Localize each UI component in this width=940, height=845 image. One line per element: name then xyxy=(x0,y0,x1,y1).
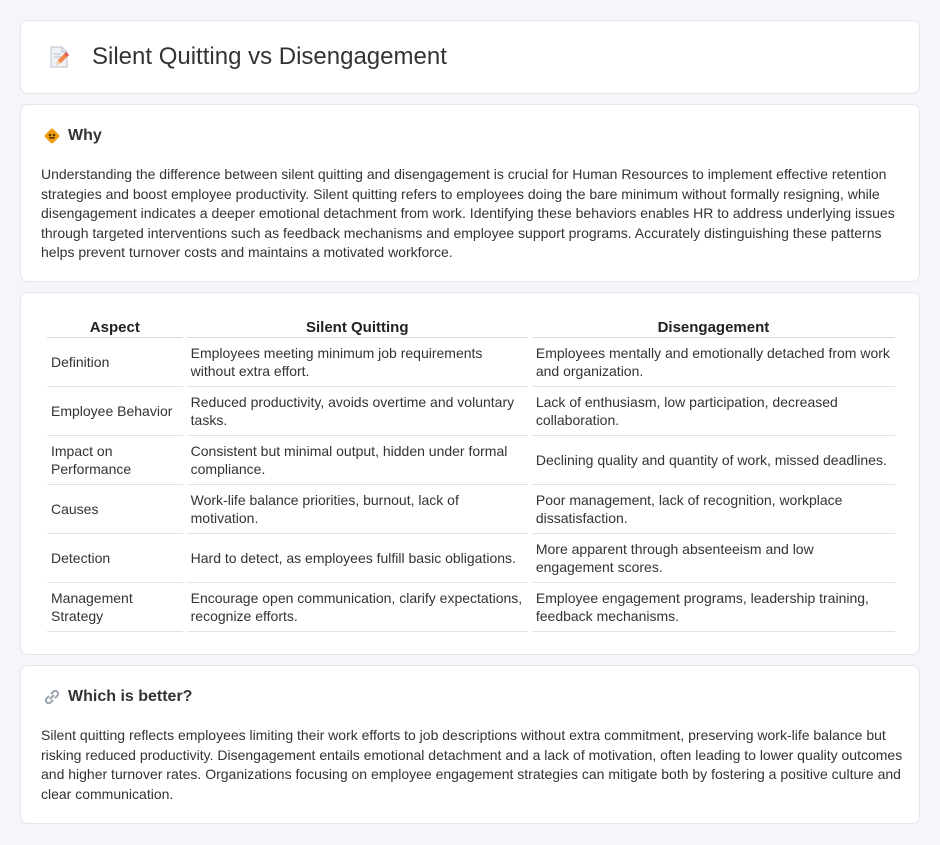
header-aspect: Aspect xyxy=(47,315,183,338)
comparison-table: Aspect Silent Quitting Disengagement Def… xyxy=(43,315,899,632)
table-row: Management Strategy Encourage open commu… xyxy=(47,583,895,632)
why-section: Why Understanding the difference between… xyxy=(20,104,920,282)
aspect-cell: Definition xyxy=(47,338,183,387)
better-heading: Which is better? xyxy=(43,688,192,706)
aspect-cell: Management Strategy xyxy=(47,583,183,632)
document-pencil-icon xyxy=(45,43,73,71)
diamond-sign-icon xyxy=(43,127,61,145)
table-row: Employee Behavior Reduced productivity, … xyxy=(47,387,895,436)
better-text: Silent quitting reflects employees limit… xyxy=(41,727,903,802)
aspect-cell: Employee Behavior xyxy=(47,387,183,436)
aspect-cell: Detection xyxy=(47,534,183,583)
disengagement-cell: Employee engagement programs, leadership… xyxy=(531,583,895,632)
table-header-row: Aspect Silent Quitting Disengagement xyxy=(47,315,895,338)
page-title: Silent Quitting vs Disengagement xyxy=(92,43,447,70)
link-icon xyxy=(43,688,61,706)
why-title: Why xyxy=(68,127,102,144)
why-text: Understanding the difference between sil… xyxy=(41,166,895,261)
disengagement-cell: Lack of enthusiasm, low participation, d… xyxy=(531,387,895,436)
silent-quitting-cell: Hard to detect, as employees fulfill bas… xyxy=(186,534,528,583)
silent-quitting-cell: Employees meeting minimum job requiremen… xyxy=(186,338,528,387)
which-is-better-section: Which is better? Silent quitting reflect… xyxy=(20,665,920,824)
aspect-cell: Causes xyxy=(47,485,183,534)
header-silent-quitting: Silent Quitting xyxy=(186,315,528,338)
silent-quitting-cell: Consistent but minimal output, hidden un… xyxy=(186,436,528,485)
table-row: Impact on Performance Consistent but min… xyxy=(47,436,895,485)
disengagement-cell: More apparent through absenteeism and lo… xyxy=(531,534,895,583)
silent-quitting-cell: Encourage open communication, clarify ex… xyxy=(186,583,528,632)
header-card: Silent Quitting vs Disengagement xyxy=(20,20,920,94)
header-disengagement: Disengagement xyxy=(531,315,895,338)
silent-quitting-cell: Reduced productivity, avoids overtime an… xyxy=(186,387,528,436)
silent-quitting-cell: Work-life balance priorities, burnout, l… xyxy=(186,485,528,534)
disengagement-cell: Employees mentally and emotionally detac… xyxy=(531,338,895,387)
aspect-cell: Impact on Performance xyxy=(47,436,183,485)
title-row: Silent Quitting vs Disengagement xyxy=(45,43,447,71)
disengagement-cell: Declining quality and quantity of work, … xyxy=(531,436,895,485)
table-row: Definition Employees meeting minimum job… xyxy=(47,338,895,387)
comparison-section: Aspect Silent Quitting Disengagement Def… xyxy=(20,292,920,655)
why-heading: Why xyxy=(43,127,102,145)
disengagement-cell: Poor management, lack of recognition, wo… xyxy=(531,485,895,534)
table-row: Detection Hard to detect, as employees f… xyxy=(47,534,895,583)
better-title: Which is better? xyxy=(68,688,193,705)
table-row: Causes Work-life balance priorities, bur… xyxy=(47,485,895,534)
